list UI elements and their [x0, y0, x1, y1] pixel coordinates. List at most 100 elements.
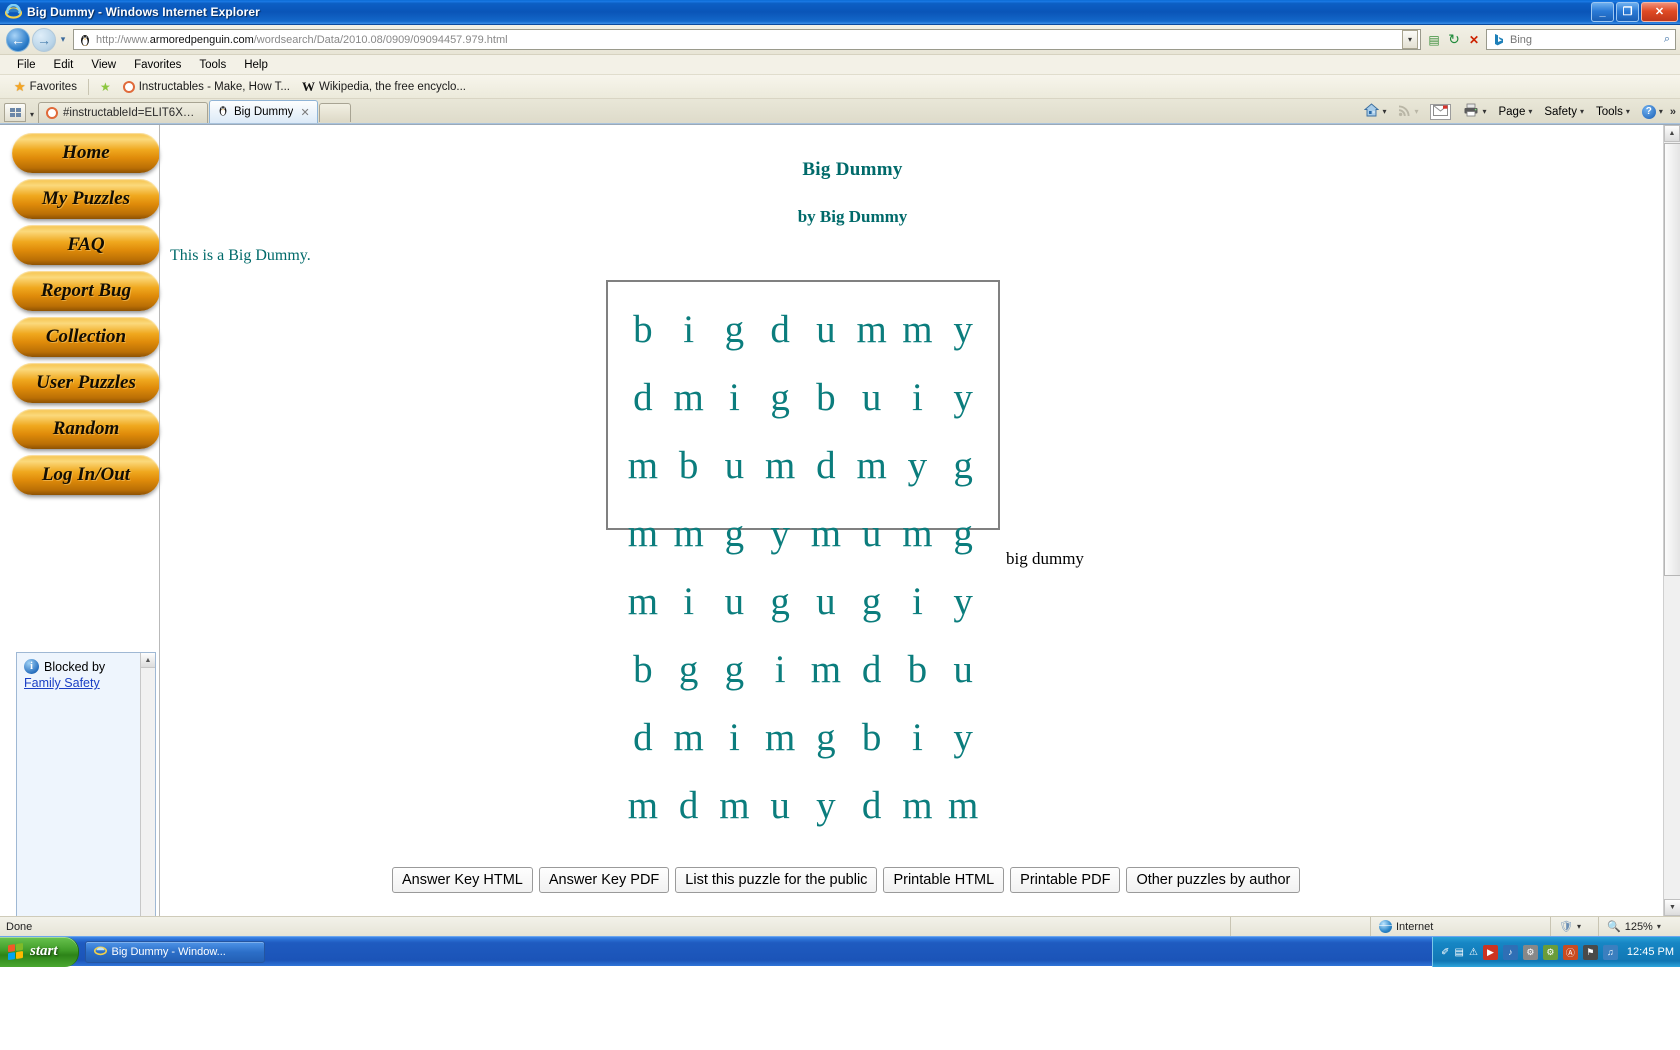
recent-pages-dropdown[interactable]: ▾ — [56, 34, 70, 45]
tools-menu-button[interactable]: Tools ▾ — [1591, 105, 1635, 119]
grid-letter[interactable]: m — [666, 704, 712, 772]
grid-letter[interactable]: u — [757, 772, 803, 840]
grid-letter[interactable]: u — [712, 432, 758, 500]
grid-letter[interactable]: m — [620, 568, 666, 636]
sidebar-item-my-puzzles[interactable]: My Puzzles — [12, 179, 160, 219]
grid-letter[interactable]: b — [895, 636, 941, 704]
search-go-icon[interactable]: ⌕ — [1661, 33, 1673, 46]
address-bar-dropdown-button[interactable]: ▾ — [1402, 30, 1418, 49]
grid-letter[interactable]: g — [849, 568, 895, 636]
close-button[interactable]: ✕ — [1641, 2, 1678, 22]
grid-letter[interactable]: d — [666, 772, 712, 840]
grid-letter[interactable]: m — [803, 500, 849, 568]
favorite-link-wikipedia[interactable]: W Wikipedia, the free encyclo... — [296, 78, 472, 96]
menu-view[interactable]: View — [82, 58, 125, 72]
grid-letter[interactable]: m — [803, 636, 849, 704]
grid-letter[interactable]: i — [895, 704, 941, 772]
sidebar-item-report-bug[interactable]: Report Bug — [12, 271, 160, 311]
grid-letter[interactable]: d — [849, 636, 895, 704]
home-button[interactable]: ▾ — [1359, 102, 1391, 121]
grid-letter[interactable]: b — [620, 296, 666, 364]
tray-pen-icon[interactable]: ✐ — [1441, 947, 1449, 958]
address-bar-input[interactable]: http://www.armoredpenguin.com/wordsearch… — [73, 29, 1421, 50]
menu-favorites[interactable]: Favorites — [125, 58, 190, 72]
feeds-button[interactable]: ▾ — [1393, 103, 1423, 121]
grid-letter[interactable]: g — [712, 296, 758, 364]
grid-letter[interactable]: u — [712, 568, 758, 636]
menu-edit[interactable]: Edit — [45, 58, 83, 72]
tray-input-icon[interactable]: ▤ — [1454, 947, 1463, 958]
refresh-icon[interactable]: ↻ — [1444, 29, 1464, 50]
help-menu-button[interactable]: ? ▾ — [1637, 104, 1668, 120]
menu-file[interactable]: File — [8, 58, 45, 72]
grid-letter[interactable]: i — [666, 568, 712, 636]
tray-icon-security[interactable]: ⚙ — [1542, 944, 1558, 960]
grid-letter[interactable]: b — [620, 636, 666, 704]
grid-letter[interactable]: g — [940, 500, 986, 568]
grid-letter[interactable]: m — [895, 296, 941, 364]
page-scrollbar[interactable]: ▲ ▼ — [1663, 125, 1680, 916]
grid-letter[interactable]: m — [620, 432, 666, 500]
sidebar-item-faq[interactable]: FAQ — [12, 225, 160, 265]
search-input[interactable] — [1508, 32, 1661, 47]
printable-pdf-button[interactable]: Printable PDF — [1010, 867, 1121, 893]
grid-letter[interactable]: m — [620, 500, 666, 568]
answer-key-pdf-button[interactable]: Answer Key PDF — [538, 867, 670, 893]
grid-letter[interactable]: y — [895, 432, 941, 500]
scroll-down-icon[interactable]: ▼ — [1664, 899, 1680, 916]
grid-letter[interactable]: i — [757, 636, 803, 704]
grid-letter[interactable]: m — [666, 364, 712, 432]
word-search-grid[interactable]: bigdummydmigbuiymbumdmygmmgymumgmiugugiy… — [606, 280, 1000, 826]
sidebar-item-log-in-out[interactable]: Log In/Out — [12, 455, 160, 495]
grid-letter[interactable]: b — [666, 432, 712, 500]
grid-letter[interactable]: y — [940, 704, 986, 772]
sidebar-item-collection[interactable]: Collection — [12, 317, 160, 357]
tab-list-dropdown-icon[interactable]: ▾ — [26, 110, 38, 119]
grid-letter[interactable]: u — [940, 636, 986, 704]
tray-icon-volume[interactable]: ⚑ — [1582, 944, 1598, 960]
grid-letter[interactable]: i — [712, 364, 758, 432]
grid-letter[interactable]: d — [849, 772, 895, 840]
grid-letter[interactable]: d — [620, 704, 666, 772]
grid-letter[interactable]: b — [849, 704, 895, 772]
favorite-link-instructables[interactable]: Instructables - Make, How T... — [117, 80, 296, 94]
grid-letter[interactable]: g — [803, 704, 849, 772]
grid-letter[interactable]: g — [757, 364, 803, 432]
forward-button[interactable]: → — [32, 27, 56, 52]
grid-letter[interactable]: b — [803, 364, 849, 432]
read-mail-button[interactable] — [1425, 103, 1456, 121]
grid-letter[interactable]: d — [803, 432, 849, 500]
add-to-favorites-bar-button[interactable]: ★ — [94, 79, 117, 95]
sidebar-item-random[interactable]: Random — [12, 409, 160, 449]
grid-letter[interactable]: g — [666, 636, 712, 704]
protected-mode-indicator[interactable]: 🛡 ▾ — [1550, 917, 1598, 936]
scroll-up-icon[interactable]: ▲ — [141, 653, 155, 668]
favorites-button[interactable]: ★ Favorites — [8, 79, 83, 94]
toolbar-overflow-icon[interactable]: » — [1670, 106, 1676, 118]
grid-letter[interactable]: d — [620, 364, 666, 432]
grid-letter[interactable]: g — [712, 636, 758, 704]
back-button[interactable]: ← — [6, 27, 30, 52]
maximize-button[interactable]: ❐ — [1616, 2, 1639, 22]
tray-icon-app[interactable]: Ⓐ — [1562, 944, 1578, 960]
sidebar-item-user-puzzles[interactable]: User Puzzles — [12, 363, 160, 403]
grid-letter[interactable]: m — [940, 772, 986, 840]
tab-close-icon[interactable]: ✕ — [300, 106, 309, 119]
stop-icon[interactable]: ✕ — [1464, 29, 1484, 50]
grid-letter[interactable]: y — [757, 500, 803, 568]
grid-letter[interactable]: m — [849, 432, 895, 500]
search-box[interactable]: ⌕ — [1486, 29, 1676, 50]
sidebar-item-home[interactable]: Home — [12, 133, 160, 173]
tray-alert-icon[interactable]: ⚠ — [1469, 947, 1478, 958]
grid-letter[interactable]: m — [895, 500, 941, 568]
safety-menu-button[interactable]: Safety ▾ — [1539, 105, 1589, 119]
taskbar-clock[interactable]: 12:45 PM — [1627, 946, 1674, 958]
grid-letter[interactable]: m — [895, 772, 941, 840]
grid-letter[interactable]: g — [712, 500, 758, 568]
list-puzzle-public-button[interactable]: List this puzzle for the public — [675, 867, 878, 893]
grid-letter[interactable]: m — [666, 500, 712, 568]
tab-instructables[interactable]: #instructableId=ELIT6XVGCJ... — [38, 102, 208, 123]
other-puzzles-by-author-button[interactable]: Other puzzles by author — [1126, 867, 1301, 893]
blocked-panel-scrollbar[interactable]: ▲ — [140, 653, 155, 916]
security-zone[interactable]: Internet — [1370, 917, 1550, 936]
